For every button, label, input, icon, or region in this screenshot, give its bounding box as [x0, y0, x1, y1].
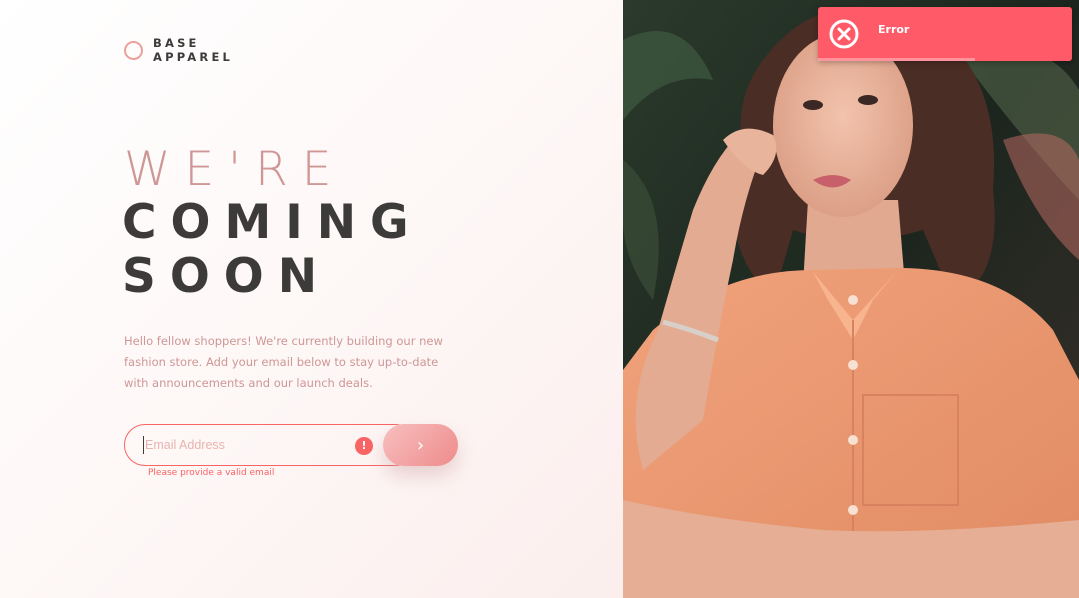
- left-panel: BASE APPAREL WE'RE COMING SOON Hello fel…: [0, 0, 623, 598]
- logo-circle-icon: [124, 40, 143, 60]
- toast-progress-bar: [818, 58, 976, 61]
- hero-line-soon: SOON: [122, 249, 332, 304]
- email-input[interactable]: [143, 436, 345, 454]
- logo-text: BASE APPAREL: [153, 36, 233, 64]
- error-icon: !: [355, 437, 373, 455]
- hero-photo: [623, 0, 1079, 598]
- toast-title: Error: [878, 23, 910, 36]
- hero-title-light: WE'RE: [124, 142, 346, 197]
- logo-line-1: BASE: [153, 36, 200, 50]
- logo-line-2: APPAREL: [153, 50, 234, 64]
- email-field[interactable]: !: [124, 424, 416, 466]
- hero-title-bold: COMING SOON: [122, 196, 423, 304]
- description: Hello fellow shoppers! We're currently b…: [124, 334, 443, 390]
- submit-button[interactable]: ›: [383, 424, 458, 466]
- logo[interactable]: BASE APPAREL: [124, 36, 233, 64]
- close-circle-icon[interactable]: [829, 19, 859, 49]
- hero-line-coming: COMING: [122, 195, 423, 250]
- error-toast[interactable]: Error: [818, 7, 1072, 61]
- chevron-right-icon: ›: [416, 434, 425, 456]
- hero-photo-image: [623, 0, 1079, 598]
- error-message: Please provide a valid email: [148, 468, 275, 478]
